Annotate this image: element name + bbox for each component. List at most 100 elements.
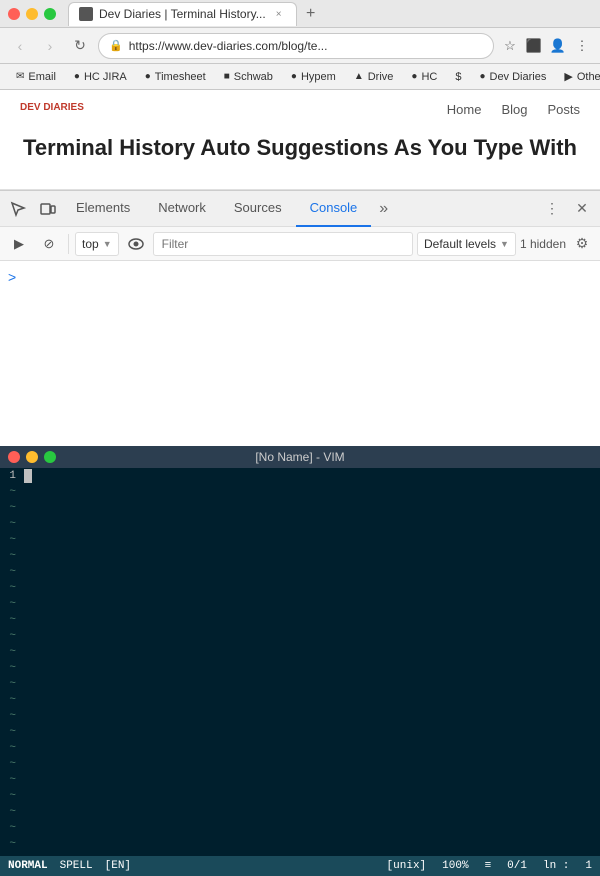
bookmark-hc[interactable]: ● HC [403, 69, 445, 85]
vim-editor-area[interactable] [20, 468, 600, 856]
page-title-area: Terminal History Auto Suggestions As You… [0, 135, 600, 161]
log-level-label: Default levels [424, 237, 496, 251]
device-toolbar-toggle[interactable] [34, 195, 62, 223]
console-play-button[interactable]: ▶ [6, 231, 32, 257]
vim-line-21: ~ [9, 788, 16, 804]
vim-line-22: ~ [9, 804, 16, 820]
devtools-panel: Elements Network Sources Console » ⋮ ✕ ▶… [0, 190, 600, 446]
log-level-selector[interactable]: Default levels ▼ [417, 232, 516, 256]
bookmark-drive-label: Drive [368, 71, 394, 83]
menu-icon[interactable]: ⋮ [572, 36, 592, 56]
vim-minimize-light[interactable] [26, 451, 38, 463]
bookmark-hypem[interactable]: ● Hypem [283, 69, 344, 85]
nav-posts[interactable]: Posts [547, 102, 580, 117]
console-clear-button[interactable]: ⊘ [36, 231, 62, 257]
account-icon[interactable]: 👤 [548, 36, 568, 56]
toolbar-icons: ☆ ⬛ 👤 ⋮ [500, 36, 592, 56]
vim-enc: [EN] [105, 860, 131, 872]
bookmark-email[interactable]: ✉ Email [8, 69, 64, 85]
bookmark-dev-diaries-label: Dev Diaries [490, 71, 547, 83]
element-picker-tool[interactable] [4, 195, 32, 223]
bookmark-schwab-label: Schwab [234, 71, 273, 83]
minimize-traffic-light[interactable] [26, 8, 38, 20]
vim-line-12: ~ [9, 644, 16, 660]
bookmark-hc-jira[interactable]: ● HC JIRA [66, 69, 135, 85]
nav-blog[interactable]: Blog [501, 102, 527, 117]
bookmark-star-icon[interactable]: ☆ [500, 36, 520, 56]
back-button[interactable]: ‹ [8, 34, 32, 58]
bookmark-timesheet[interactable]: ● Timesheet [137, 69, 214, 85]
bookmark-other[interactable]: ▶ Other Bookmarks [556, 68, 600, 85]
vim-line-5: ~ [9, 532, 16, 548]
context-label: top [82, 237, 99, 251]
vim-statusline: NORMAL SPELL [EN] [unix] 100% ≡ 0/1 ln :… [0, 856, 600, 876]
webpage-content: DEV DIARIES Home Blog Posts Terminal His… [0, 90, 600, 190]
bookmark-dollar[interactable]: $ [447, 69, 469, 85]
email-bookmark-icon: ✉ [16, 71, 24, 82]
vim-line-1: 1 [9, 468, 16, 484]
console-chevron[interactable]: > [8, 269, 16, 285]
devtools-close-button[interactable]: ✕ [568, 195, 596, 223]
bookmark-dollar-label: $ [455, 71, 461, 83]
hidden-count: 1 hidden [520, 237, 566, 251]
tab-network[interactable]: Network [144, 191, 220, 227]
tab-console[interactable]: Console [296, 191, 372, 227]
schwab-icon: ■ [224, 71, 230, 82]
console-toolbar: ▶ ⊘ top ▼ Default levels ▼ 1 hidden ⚙ [0, 227, 600, 261]
tab-bar: Dev Diaries | Terminal History... × + [68, 0, 592, 27]
devtools-settings-button[interactable]: ⋮ [538, 195, 566, 223]
vim-spell: SPELL [60, 860, 93, 872]
vim-line-13: ~ [9, 660, 16, 676]
vim-position: 0/1 [507, 860, 527, 872]
vim-cursor [24, 469, 32, 483]
devtools-actions: ⋮ ✕ [538, 195, 596, 223]
tab-sources[interactable]: Sources [220, 191, 296, 227]
tab-elements[interactable]: Elements [62, 191, 144, 227]
maximize-traffic-light[interactable] [44, 8, 56, 20]
browser-window: Dev Diaries | Terminal History... × + ‹ … [0, 0, 600, 446]
bookmarks-bar: ✉ Email ● HC JIRA ● Timesheet ■ Schwab ●… [0, 64, 600, 90]
vim-line-17: ~ [9, 724, 16, 740]
vim-col: 1 [585, 860, 592, 872]
more-tabs-button[interactable]: » [371, 191, 396, 227]
vim-gutter: 1 ~ ~ ~ ~ ~ ~ ~ ~ ~ ~ ~ ~ ~ ~ ~ ~ ~ ~ ~ … [0, 468, 20, 856]
timesheet-icon: ● [145, 71, 151, 82]
vim-line-23: ~ [9, 820, 16, 836]
vim-maximize-light[interactable] [44, 451, 56, 463]
bookmark-dev-diaries[interactable]: ● Dev Diaries [471, 69, 554, 85]
vim-line-4: ~ [9, 516, 16, 532]
page-title: Terminal History Auto Suggestions As You… [23, 135, 577, 161]
active-tab[interactable]: Dev Diaries | Terminal History... × [68, 2, 297, 26]
tab-close-button[interactable]: × [272, 7, 286, 21]
vim-line-24: ~ [9, 836, 16, 852]
other-bookmarks-icon: ▶ [564, 70, 572, 83]
vim-ln-label: ln : [543, 860, 569, 872]
filter-input[interactable] [153, 232, 413, 256]
bookmark-schwab[interactable]: ■ Schwab [216, 69, 281, 85]
bookmark-drive[interactable]: ▲ Drive [346, 69, 402, 85]
vim-mode: NORMAL [8, 860, 48, 872]
forward-button[interactable]: › [38, 34, 62, 58]
hc-jira-icon: ● [74, 71, 80, 82]
traffic-lights [8, 8, 56, 20]
vim-line-18: ~ [9, 740, 16, 756]
console-eye-button[interactable] [123, 231, 149, 257]
extension-puzzle-icon[interactable]: ⬛ [524, 36, 544, 56]
nav-home[interactable]: Home [447, 102, 482, 117]
vim-editor-content: 1 ~ ~ ~ ~ ~ ~ ~ ~ ~ ~ ~ ~ ~ ~ ~ ~ ~ ~ ~ … [0, 468, 600, 856]
close-traffic-light[interactable] [8, 8, 20, 20]
context-selector[interactable]: top ▼ [75, 232, 119, 256]
refresh-button[interactable]: ↻ [68, 34, 92, 58]
new-tab-button[interactable]: + [301, 4, 321, 24]
vim-line-8: ~ [9, 580, 16, 596]
vim-close-light[interactable] [8, 451, 20, 463]
toolbar-separator-1 [68, 234, 69, 254]
address-bar[interactable]: 🔒 https://www.dev-diaries.com/blog/te... [98, 33, 494, 59]
console-settings-button[interactable]: ⚙ [570, 232, 594, 256]
bookmark-hc-label: HC [421, 71, 437, 83]
drive-icon: ▲ [354, 71, 364, 82]
console-input[interactable] [22, 270, 592, 284]
vim-line-14: ~ [9, 676, 16, 692]
tab-title: Dev Diaries | Terminal History... [99, 7, 266, 21]
browser-titlebar: Dev Diaries | Terminal History... × + [0, 0, 600, 28]
